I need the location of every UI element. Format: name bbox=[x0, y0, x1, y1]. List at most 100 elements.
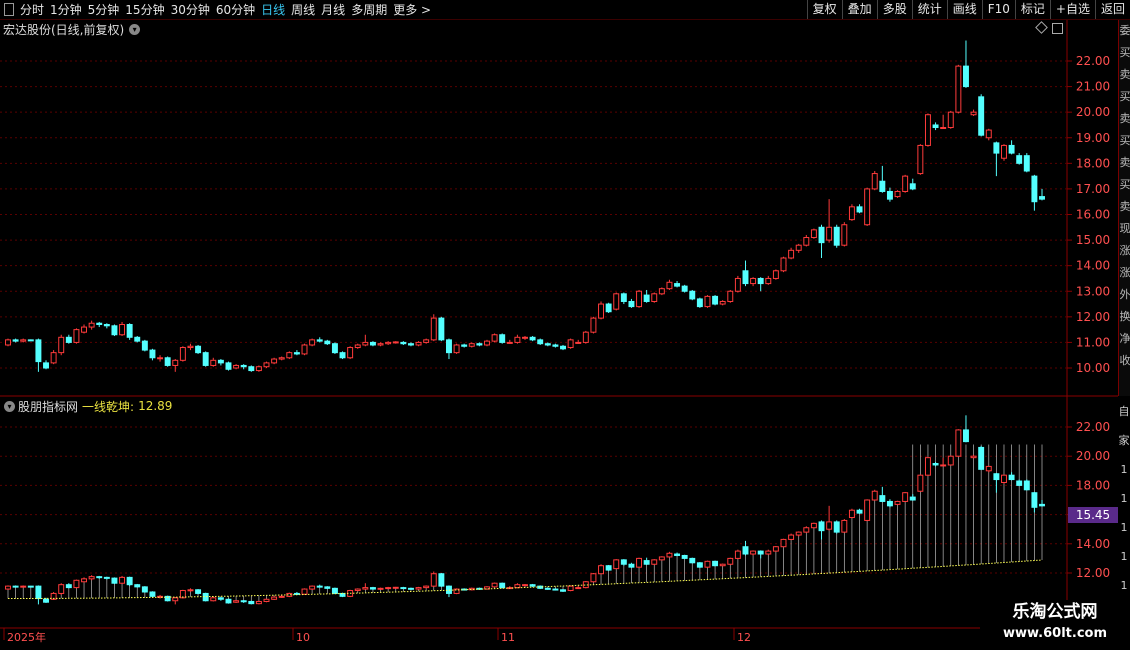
indicator-candle-body bbox=[491, 582, 498, 588]
side-label: 卖 bbox=[1119, 112, 1130, 125]
indicator-candle-body bbox=[1039, 503, 1045, 507]
indicator-candle-body bbox=[795, 531, 802, 536]
candle-body bbox=[681, 285, 688, 292]
candle-body bbox=[848, 206, 855, 221]
y-tick-label: 12.00 bbox=[1076, 566, 1110, 580]
candle-body bbox=[400, 341, 407, 345]
candle-body bbox=[514, 336, 521, 343]
side-label: 收 bbox=[1119, 354, 1130, 367]
indicator-candle-body bbox=[788, 534, 795, 540]
candle-body bbox=[453, 344, 460, 354]
indicator-candle-body bbox=[848, 509, 855, 519]
candle-body bbox=[544, 343, 551, 346]
candle-body bbox=[210, 359, 217, 366]
indicator-name[interactable]: 股朋指标网 bbox=[18, 398, 78, 415]
candle-body bbox=[263, 362, 270, 368]
candle-body bbox=[392, 341, 399, 344]
indicator-candle-body bbox=[407, 587, 414, 590]
candle-body bbox=[1016, 155, 1023, 164]
candle-body bbox=[271, 358, 278, 364]
candle-body bbox=[195, 345, 202, 354]
indicator-candle-body bbox=[841, 519, 848, 533]
side-label: 买 bbox=[1119, 134, 1130, 147]
indicator-candle-body bbox=[666, 552, 673, 558]
indicator-candle-body bbox=[864, 499, 871, 521]
candle-body bbox=[407, 343, 414, 346]
indicator-candle-body bbox=[263, 598, 270, 602]
y-tick-label: 16.00 bbox=[1076, 208, 1110, 222]
candle-body bbox=[225, 362, 232, 370]
indicator-candle-body bbox=[818, 521, 825, 532]
indicator-candle-body bbox=[522, 584, 528, 587]
candle-body bbox=[962, 65, 969, 88]
candle-body bbox=[126, 324, 133, 338]
x-tick-label: 12 bbox=[737, 631, 751, 644]
candle-body bbox=[233, 364, 240, 369]
side-label: 买 bbox=[1119, 178, 1130, 191]
y-tick-label: 13.00 bbox=[1076, 284, 1110, 298]
candle-body bbox=[719, 300, 726, 305]
indicator-candle-body bbox=[529, 584, 536, 587]
side-label: 1 bbox=[1120, 550, 1128, 563]
quote-side-panel: 委买卖买卖买卖买卖现涨涨外换净收 bbox=[1118, 20, 1130, 396]
watermark-title: 乐淘公式网 bbox=[1012, 602, 1098, 622]
side-label: 1 bbox=[1120, 463, 1128, 476]
candle-body bbox=[902, 175, 909, 192]
indicator-candle-body bbox=[233, 600, 240, 603]
candle-body bbox=[202, 352, 209, 366]
side-label: 卖 bbox=[1119, 200, 1130, 213]
indicator-candle-body bbox=[65, 584, 72, 589]
candle-body bbox=[917, 144, 924, 175]
candle-body bbox=[111, 325, 118, 336]
candle-body bbox=[993, 142, 1000, 154]
indicator-candle-body bbox=[712, 560, 719, 567]
candle-body bbox=[430, 317, 437, 341]
indicator-candle-body bbox=[636, 557, 643, 568]
candle-body bbox=[567, 339, 574, 349]
indicator-candle-body bbox=[324, 586, 331, 589]
candle-body bbox=[134, 336, 141, 342]
candle-body bbox=[20, 339, 27, 342]
candle-body bbox=[461, 344, 468, 347]
candle-body bbox=[803, 237, 810, 246]
indicator-candle-body bbox=[940, 464, 947, 467]
indicator-candle-body bbox=[567, 585, 574, 592]
candle-body bbox=[255, 366, 262, 372]
candle-body bbox=[119, 324, 126, 336]
indicator-candle-body bbox=[658, 556, 665, 561]
candle-body bbox=[506, 341, 513, 344]
candle-body bbox=[35, 339, 42, 363]
indicator-candle-body bbox=[1023, 480, 1030, 491]
candle-body bbox=[978, 96, 985, 136]
candle-body bbox=[369, 341, 376, 346]
candle-body bbox=[324, 340, 331, 345]
y-tick-label: 18.00 bbox=[1076, 478, 1110, 492]
candle-body bbox=[552, 344, 559, 347]
candle-body bbox=[103, 324, 110, 327]
indicator-candle-body bbox=[278, 595, 285, 598]
candle-body bbox=[316, 339, 323, 342]
indicator-candle-body bbox=[316, 585, 323, 588]
candle-body bbox=[537, 339, 544, 345]
candle-body bbox=[164, 357, 171, 366]
indicator-candle-body bbox=[947, 455, 954, 466]
candle-body bbox=[1023, 155, 1030, 172]
indicator-candle-body bbox=[400, 587, 407, 590]
indicator-candle-body bbox=[27, 585, 34, 588]
indicator-candle-body bbox=[628, 563, 635, 568]
current-price-tag: 15.45 bbox=[1068, 507, 1118, 523]
candle-body bbox=[765, 277, 772, 285]
candle-body bbox=[278, 357, 285, 360]
candle-body bbox=[795, 244, 802, 251]
kline-chart[interactable]: 22.00 21.00 20.00 19.00 18.00 17.00 16.00 15.00… bbox=[0, 0, 1130, 650]
candle-body bbox=[286, 352, 293, 359]
y-tick-label: 18.00 bbox=[1076, 156, 1110, 170]
indicator-candle-body bbox=[674, 553, 681, 556]
candle-body bbox=[856, 206, 863, 213]
candle-body bbox=[149, 349, 156, 359]
indicator-candle-body bbox=[73, 579, 80, 589]
indicator-menu-icon[interactable]: ▾ bbox=[4, 400, 15, 412]
candle-body bbox=[704, 295, 711, 308]
indicator-candle-body bbox=[613, 559, 620, 570]
indicator-candle-body bbox=[81, 578, 88, 583]
